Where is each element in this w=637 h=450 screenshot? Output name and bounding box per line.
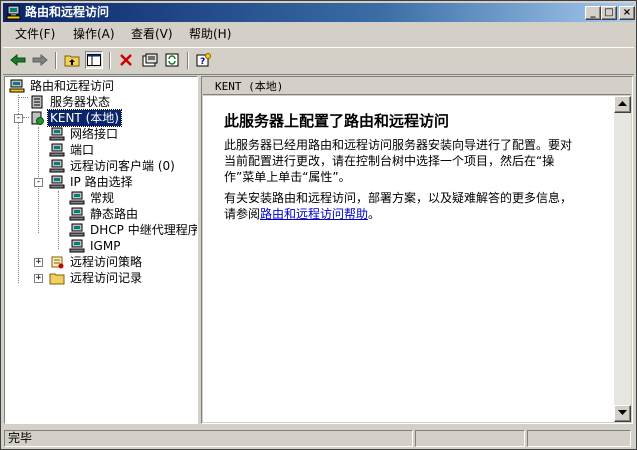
routing-server-icon (9, 79, 25, 93)
arrow-down-icon (618, 410, 627, 415)
paragraph-line: 此服务器已经用路由和远程访问服务器安装向导进行了配置。要对 (224, 138, 573, 152)
refresh-button[interactable] (163, 51, 181, 69)
title-bar[interactable]: 路由和远程访问 _ □ × (3, 3, 635, 22)
properties-icon (142, 53, 158, 67)
tree-label: 远程访问策略 (70, 255, 143, 269)
toolbar-separator (55, 52, 57, 69)
forward-arrow-icon (32, 53, 48, 67)
tree-label: 端口 (70, 143, 95, 157)
tree-line (18, 97, 28, 98)
tree-label: 常规 (90, 191, 115, 205)
tree-line (18, 127, 19, 283)
expand-toggle[interactable]: + (34, 274, 43, 283)
details-pane: KENT (本地) 此服务器上配置了路由和远程访问 此服务器已经用路由和远程访问… (201, 76, 633, 424)
svg-text:?: ? (200, 57, 205, 67)
help-button[interactable]: ? (195, 51, 213, 69)
scroll-down-button[interactable] (614, 405, 631, 422)
dhcp-relay-icon (69, 223, 85, 237)
details-header: KENT (本地) (203, 78, 631, 95)
paragraph-line: 有关安装路由和远程访问，部署方案，以及疑难解答的更多信息， (224, 191, 573, 205)
up-folder-icon (64, 55, 80, 67)
help-link[interactable]: 路由和远程访问帮助 (260, 207, 368, 221)
status-bar: 完毕 (3, 429, 634, 447)
menu-file[interactable]: 文件(F) (11, 27, 59, 42)
general-icon (69, 191, 85, 205)
paragraph-prefix: 请参阅 (224, 207, 261, 221)
toolbar-separator (187, 52, 189, 69)
paragraph-line: 请参阅路由和远程访问帮助。 (224, 206, 604, 222)
menu-action[interactable]: 操作(A) (69, 27, 119, 42)
routing-app-icon (6, 5, 21, 20)
igmp-icon (69, 239, 85, 253)
minimize-button[interactable]: _ (585, 6, 601, 20)
window-title: 路由和远程访问 (25, 5, 110, 19)
tree-label: 路由和远程访问 (30, 79, 115, 93)
arrow-up-icon (618, 101, 627, 106)
folder-icon (49, 273, 65, 285)
tree-line (58, 191, 59, 249)
tree-line (18, 95, 19, 128)
ports-icon (49, 143, 65, 157)
tree-label: 远程访问客户端 (0) (70, 159, 175, 173)
network-interface-icon (49, 127, 65, 141)
tree-label: 静态路由 (90, 207, 139, 221)
up-level-button[interactable] (63, 51, 81, 69)
details-heading: 此服务器上配置了路由和远程访问 (224, 112, 450, 130)
scroll-up-button[interactable] (614, 96, 631, 113)
server-running-icon (31, 111, 44, 125)
tree-label: 网络接口 (70, 127, 119, 141)
close-button[interactable]: × (619, 6, 635, 20)
refresh-icon (165, 53, 179, 67)
tree-label: KENT (本地) (47, 109, 122, 127)
status-panel (415, 430, 525, 447)
back-button[interactable] (9, 51, 27, 69)
forward-button[interactable] (31, 51, 49, 69)
delete-x-icon (120, 54, 132, 66)
menu-help[interactable]: 帮助(H) (185, 27, 235, 42)
remote-clients-icon (49, 159, 65, 173)
toolbar-separator (109, 52, 111, 69)
paragraph-line: 作”菜单上单击“属性”。 (224, 170, 351, 184)
maximize-button[interactable]: □ (601, 6, 617, 20)
tree-label: IP 路由选择 (70, 175, 133, 189)
menu-bar: 文件(F) 操作(A) 查看(V) 帮助(H) (3, 24, 634, 44)
delete-button[interactable] (117, 51, 135, 69)
show-hide-tree-button[interactable] (85, 51, 103, 69)
tree-label: DHCP 中继代理程序 (90, 223, 198, 237)
details-paragraph-1: 此服务器已经用路由和远程访问服务器安装向导进行了配置。要对 当前配置进行更改，请… (224, 137, 604, 185)
paragraph-suffix: 。 (368, 207, 381, 221)
help-icon: ? (196, 53, 211, 67)
tree-label: IGMP (90, 239, 121, 253)
collapse-toggle[interactable]: - (14, 114, 23, 123)
details-content: 此服务器上配置了路由和远程访问 此服务器已经用路由和远程访问服务器安装向导进行了… (203, 96, 614, 422)
console-tree[interactable]: 路由和远程访问 服务器状态 - KENT (本地) 网络接口 端口 远程访问客户… (4, 76, 198, 424)
properties-button[interactable] (141, 51, 159, 69)
paragraph-line: 当前配置进行更改，请在控制台树中选择一个项目，然后在“操 (224, 154, 555, 168)
server-status-icon (31, 95, 43, 109)
policy-scroll-icon (51, 256, 64, 269)
collapse-toggle[interactable]: - (34, 178, 43, 187)
expand-toggle[interactable]: + (34, 258, 43, 267)
menu-view[interactable]: 查看(V) (127, 27, 177, 42)
toolbar: ? (3, 47, 634, 75)
details-paragraph-2: 有关安装路由和远程访问，部署方案，以及疑难解答的更多信息， 请参阅路由和远程访问… (224, 190, 604, 222)
main-window: 路由和远程访问 _ □ × 文件(F) 操作(A) 查看(V) 帮助(H) ? … (0, 0, 637, 450)
vertical-scrollbar[interactable] (614, 96, 631, 422)
tree-label: 远程访问记录 (70, 271, 143, 285)
status-panel (527, 430, 631, 447)
ip-routing-icon (49, 175, 65, 189)
tree-label: 服务器状态 (50, 95, 111, 109)
show-hide-tree-icon (87, 54, 101, 66)
back-arrow-icon (10, 53, 26, 67)
static-routes-icon (69, 207, 85, 221)
status-text: 完毕 (4, 430, 413, 447)
